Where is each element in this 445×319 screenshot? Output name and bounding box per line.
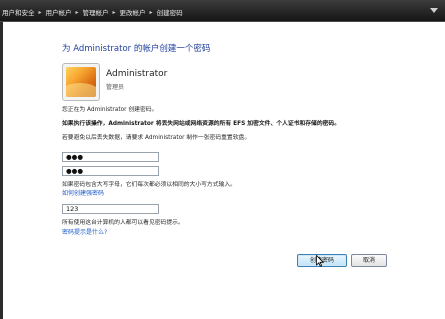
breadcrumb-item[interactable]: 管理帐户 bbox=[83, 7, 109, 17]
user-picture-icon bbox=[66, 67, 96, 97]
info-text: 若要避免以后丢失数据，请要求 Administrator 制作一张密码重置软盘。 bbox=[62, 135, 251, 141]
hint-warning-text: 所有使用这台计算机的人都可以看见密码提示。 bbox=[62, 220, 184, 226]
breadcrumb: 用户和安全 ▸ 用户帐户 ▸ 管理帐户 ▸ 更改帐户 ▸ 创建密码 bbox=[2, 6, 183, 18]
password-hint-link[interactable]: 密码提示是什么? bbox=[62, 227, 107, 236]
chevron-right-icon: ▸ bbox=[112, 8, 116, 16]
new-password-input[interactable]: ●●● bbox=[62, 152, 159, 162]
page-title: 为 Administrator 的帐户创建一个密码 bbox=[62, 44, 211, 54]
password-hint-input[interactable]: 123 bbox=[62, 204, 159, 214]
breadcrumb-item[interactable]: 更改帐户 bbox=[120, 7, 146, 17]
cancel-button[interactable]: 取消 bbox=[351, 254, 387, 267]
chevron-right-icon: ▸ bbox=[75, 8, 79, 16]
breadcrumb-item[interactable]: 创建密码 bbox=[157, 7, 183, 17]
chevron-right-icon: ▸ bbox=[38, 8, 42, 16]
breadcrumb-item[interactable]: 用户和安全 bbox=[2, 7, 35, 17]
breadcrumb-item[interactable]: 用户帐户 bbox=[46, 7, 72, 17]
user-role: 管理员 bbox=[106, 84, 125, 91]
strong-password-link[interactable]: 如何创建强密码 bbox=[62, 188, 104, 197]
confirm-password-input[interactable]: ●●● bbox=[62, 166, 159, 176]
warning-text: 如果执行该操作，Administrator 将丢失网站或网络资源的所有 EFS … bbox=[62, 121, 341, 127]
window-edge bbox=[0, 22, 3, 319]
chevron-down-icon[interactable] bbox=[429, 8, 439, 14]
info-text: 您正在为 Administrator 创建密码。 bbox=[62, 107, 158, 113]
mouse-cursor-icon bbox=[316, 255, 324, 267]
avatar bbox=[62, 63, 100, 101]
breadcrumb-bar: 用户和安全 ▸ 用户帐户 ▸ 管理帐户 ▸ 更改帐户 ▸ 创建密码 bbox=[0, 0, 445, 22]
user-name: Administrator bbox=[106, 69, 168, 79]
case-hint-text: 如果密码包含大写字母，它们每次都必须以相同的大小写方式输入。 bbox=[62, 182, 236, 188]
chevron-right-icon: ▸ bbox=[149, 8, 153, 16]
